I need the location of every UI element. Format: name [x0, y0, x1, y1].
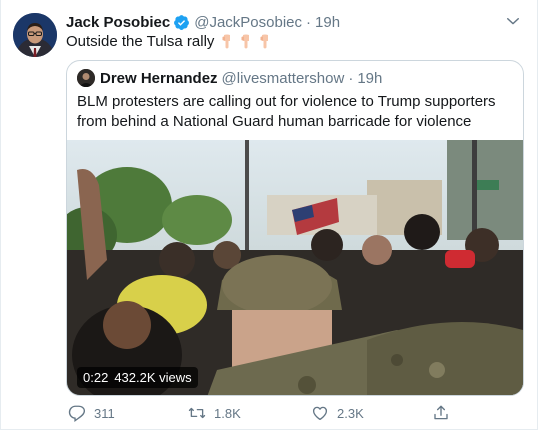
quoted-tweet-time: 19h: [357, 69, 383, 87]
reply-icon: [68, 405, 86, 422]
tweet-text-content: Outside the Tulsa rally: [66, 33, 215, 50]
backhand-index-pointing-down-icon: [219, 34, 235, 50]
reply-button[interactable]: 311: [68, 402, 115, 424]
author-avatar[interactable]: [13, 13, 57, 57]
author-name[interactable]: Jack Posobiec: [66, 14, 170, 31]
video-stats-pill: 0:22 432.2K views: [77, 367, 198, 388]
retweet-icon: [188, 407, 206, 419]
tweet-time[interactable]: 19h: [315, 14, 340, 31]
backhand-index-pointing-down-icon: [257, 34, 273, 50]
like-count: 2.3K: [337, 405, 364, 421]
quoted-author-avatar: [77, 69, 95, 87]
heart-icon: [312, 406, 328, 421]
video-player[interactable]: 0:22 432.2K views: [67, 140, 523, 395]
like-button[interactable]: 2.3K: [311, 402, 364, 424]
tweet-header: Jack Posobiec @JackPosobiec · 19h: [66, 12, 340, 32]
backhand-index-pointing-down-icon: [238, 34, 254, 50]
quoted-tweet-header: Drew Hernandez @livesmattershow · 19h: [77, 69, 382, 87]
retweet-count: 1.8K: [214, 405, 241, 421]
chevron-down-icon[interactable]: [504, 12, 522, 30]
video-views: 432.2K views: [114, 370, 192, 385]
share-icon: [434, 405, 448, 420]
share-button[interactable]: [432, 402, 458, 424]
video-duration: 0:22: [83, 370, 109, 385]
separator-dot: ·: [306, 13, 312, 31]
quoted-author-handle: @livesmattershow: [221, 69, 345, 87]
quoted-author-name: Drew Hernandez: [100, 69, 218, 87]
separator-dot: ·: [348, 69, 354, 87]
author-handle[interactable]: @JackPosobiec: [194, 14, 302, 31]
retweet-button[interactable]: 1.8K: [188, 402, 241, 424]
action-bar: 311 1.8K 2.3K: [66, 402, 486, 424]
tweet-text: Outside the Tulsa rally: [66, 33, 273, 50]
quoted-tweet-text: BLM protesters are calling out for viole…: [77, 93, 496, 130]
verified-badge-icon: [173, 14, 190, 31]
reply-count: 311: [94, 405, 115, 421]
quoted-tweet[interactable]: Drew Hernandez @livesmattershow · 19h BL…: [66, 60, 524, 396]
